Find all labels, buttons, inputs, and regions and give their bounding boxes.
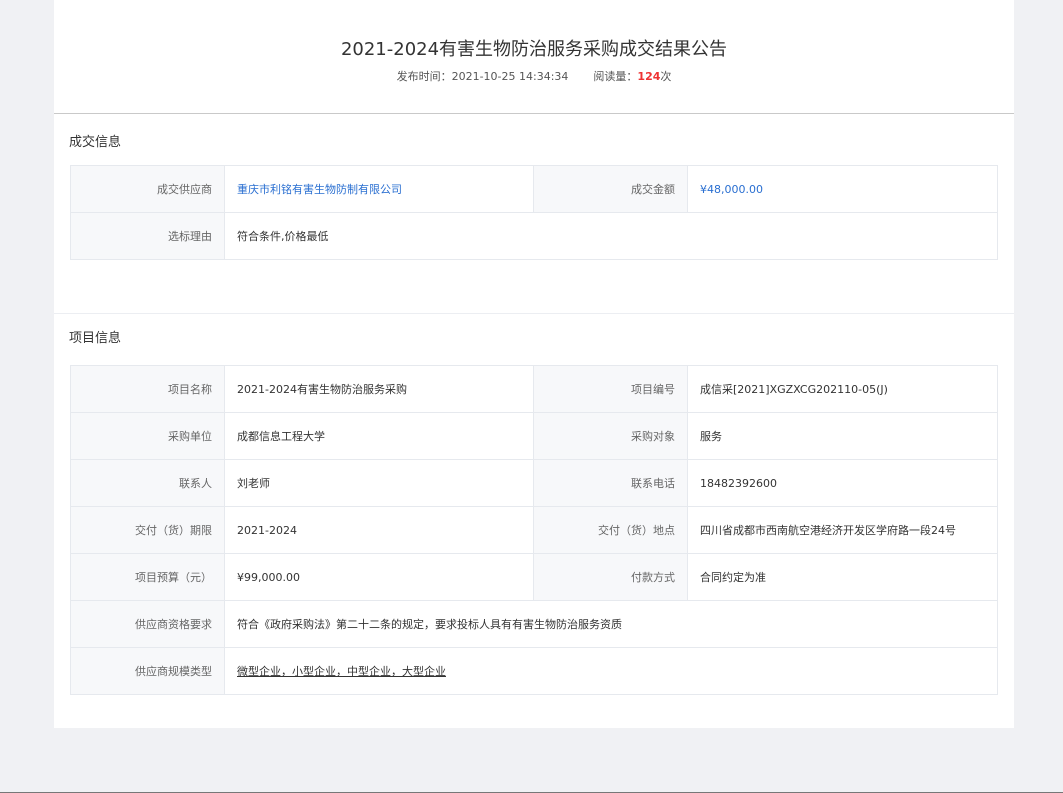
payment-value: 合同约定为准 xyxy=(687,553,998,601)
period-value: 2021-2024 xyxy=(224,506,534,554)
read-unit: 次 xyxy=(660,70,672,83)
notice-page: 2021-2024有害生物防治服务采购成交结果公告 发布时间：2021-10-2… xyxy=(54,0,1014,728)
table-row: 项目预算（元） ¥99,000.00 付款方式 合同约定为准 xyxy=(70,553,998,601)
notice-meta: 发布时间：2021-10-25 14:34:34 阅读量：124次 xyxy=(54,70,1014,84)
table-row: 交付（货）期限 2021-2024 交付（货）地点 四川省成都市西南航空港经济开… xyxy=(70,506,998,554)
buyer-label: 采购单位 xyxy=(70,412,225,460)
object-label: 采购对象 xyxy=(533,412,688,460)
reason-value: 符合条件,价格最低 xyxy=(224,212,998,260)
period-label: 交付（货）期限 xyxy=(70,506,225,554)
place-label: 交付（货）地点 xyxy=(533,506,688,554)
phone-label: 联系电话 xyxy=(533,459,688,507)
section-divider xyxy=(54,313,1014,314)
project-code-value: 成信采[2021]XGZXCG202110-05(J) xyxy=(687,365,998,413)
contact-label: 联系人 xyxy=(70,459,225,507)
read-count: 124 xyxy=(637,70,661,83)
payment-label: 付款方式 xyxy=(533,553,688,601)
amount-label: 成交金额 xyxy=(533,165,688,213)
place-value: 四川省成都市西南航空港经济开发区学府路一段24号 xyxy=(687,506,998,554)
contact-value: 刘老师 xyxy=(224,459,534,507)
table-row: 选标理由 符合条件,价格最低 xyxy=(70,212,998,260)
budget-value: ¥99,000.00 xyxy=(224,553,534,601)
table-row: 采购单位 成都信息工程大学 采购对象 服务 xyxy=(70,412,998,460)
publish-time: 2021-10-25 14:34:34 xyxy=(451,70,569,83)
scale-cell: 微型企业，小型企业，中型企业，大型企业 xyxy=(224,647,998,695)
table-row: 成交供应商 重庆市利铭有害生物防制有限公司 成交金额 ¥48,000.00 xyxy=(70,165,998,213)
supplier-link[interactable]: 重庆市利铭有害生物防制有限公司 xyxy=(224,165,534,213)
scale-value: 微型企业，小型企业，中型企业，大型企业 xyxy=(237,665,446,678)
amount-value: ¥48,000.00 xyxy=(687,165,998,213)
table-row: 供应商规模类型 微型企业，小型企业，中型企业，大型企业 xyxy=(70,647,998,695)
qualification-value: 符合《政府采购法》第二十二条的规定，要求投标人具有有害生物防治服务资质 xyxy=(224,600,998,648)
phone-value: 18482392600 xyxy=(687,459,998,507)
scale-label: 供应商规模类型 xyxy=(70,647,225,695)
project-code-label: 项目编号 xyxy=(533,365,688,413)
project-section-title: 项目信息 xyxy=(69,331,122,346)
page-title: 2021-2024有害生物防治服务采购成交结果公告 xyxy=(340,39,728,60)
table-row: 联系人 刘老师 联系电话 18482392600 xyxy=(70,459,998,507)
table-row: 供应商资格要求 符合《政府采购法》第二十二条的规定，要求投标人具有有害生物防治服… xyxy=(70,600,998,648)
object-value: 服务 xyxy=(687,412,998,460)
reason-label: 选标理由 xyxy=(70,212,225,260)
notice-header: 2021-2024有害生物防治服务采购成交结果公告 发布时间：2021-10-2… xyxy=(54,0,1014,114)
supplier-label: 成交供应商 xyxy=(70,165,225,213)
read-label: 阅读量： xyxy=(593,70,638,83)
project-name-value: 2021-2024有害生物防治服务采购 xyxy=(224,365,534,413)
budget-label: 项目预算（元） xyxy=(70,553,225,601)
deal-section-title: 成交信息 xyxy=(69,135,122,150)
project-name-label: 项目名称 xyxy=(70,365,225,413)
buyer-value: 成都信息工程大学 xyxy=(224,412,534,460)
deal-info-table: 成交供应商 重庆市利铭有害生物防制有限公司 成交金额 ¥48,000.00 选标… xyxy=(70,165,998,260)
publish-label: 发布时间： xyxy=(396,70,452,83)
table-row: 项目名称 2021-2024有害生物防治服务采购 项目编号 成信采[2021]X… xyxy=(70,365,998,413)
project-info-table: 项目名称 2021-2024有害生物防治服务采购 项目编号 成信采[2021]X… xyxy=(70,365,998,695)
qualification-label: 供应商资格要求 xyxy=(70,600,225,648)
